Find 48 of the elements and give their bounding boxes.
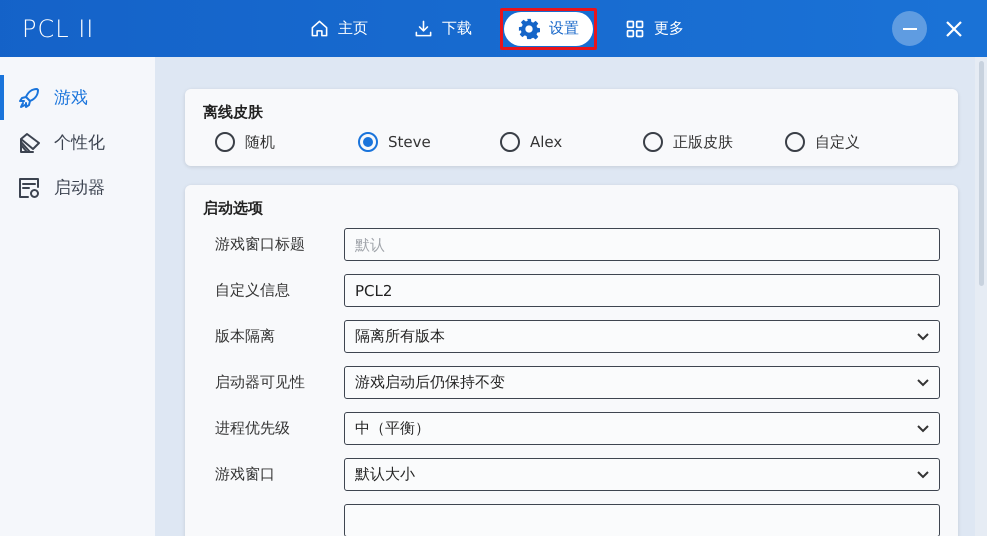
dropdown[interactable]: 隔离所有版本 <box>344 320 940 353</box>
chevron-down-icon <box>917 332 929 340</box>
field-label: 进程优先级 <box>215 419 291 438</box>
card-title: 启动选项 <box>203 199 264 218</box>
field-label: 版本隔离 <box>215 327 276 346</box>
dropdown[interactable]: 游戏启动后仍保持不变 <box>344 366 940 399</box>
input-field[interactable]: 默认 <box>344 228 940 261</box>
radio-label: Alex <box>530 133 562 151</box>
swatch-icon <box>17 130 41 154</box>
rocket-icon <box>17 86 41 110</box>
sidebar-item[interactable]: 启动器 <box>0 165 155 210</box>
input-field[interactable] <box>344 504 940 536</box>
radio-button[interactable] <box>643 132 663 152</box>
radio-label: 正版皮肤 <box>673 132 733 152</box>
minimize-button[interactable] <box>892 11 927 46</box>
radio-button[interactable] <box>785 132 805 152</box>
card-title: 离线皮肤 <box>203 103 264 122</box>
nav-tab[interactable]: 更多 <box>611 12 698 46</box>
chevron-down-icon <box>917 424 929 432</box>
app-title: PCL II <box>22 14 96 42</box>
radio-button[interactable] <box>358 132 378 152</box>
minimize-icon <box>902 28 916 30</box>
grid-icon <box>625 18 645 38</box>
field-label: 自定义信息 <box>215 281 291 300</box>
field-label: 游戏窗口标题 <box>215 235 306 254</box>
field-label: 游戏窗口 <box>215 465 276 484</box>
dropdown[interactable]: 中（平衡） <box>344 412 940 445</box>
dropdown[interactable]: 默认大小 <box>344 458 940 491</box>
chevron-down-icon <box>917 378 929 386</box>
input-field[interactable]: PCL2 <box>344 274 940 307</box>
radio-button[interactable] <box>215 132 235 152</box>
window-gear-icon <box>17 176 41 200</box>
radio-label: 随机 <box>245 132 275 152</box>
home-icon <box>310 19 329 38</box>
close-icon <box>944 18 964 38</box>
nav-tab[interactable]: 下载 <box>400 12 486 46</box>
radio-label: Steve <box>388 133 431 151</box>
radio-label: 自定义 <box>815 132 860 152</box>
download-icon <box>414 19 433 38</box>
nav-tab[interactable]: 主页 <box>296 12 382 46</box>
radio-button[interactable] <box>500 132 520 152</box>
field-label: 启动器可见性 <box>215 373 306 392</box>
settings-icon <box>518 18 540 40</box>
sidebar-item[interactable]: 个性化 <box>0 120 155 165</box>
scrollbar[interactable] <box>975 57 987 536</box>
chevron-down-icon <box>917 470 929 478</box>
sidebar-item[interactable]: 游戏 <box>0 75 155 120</box>
nav-tab[interactable]: 设置 <box>504 12 593 46</box>
